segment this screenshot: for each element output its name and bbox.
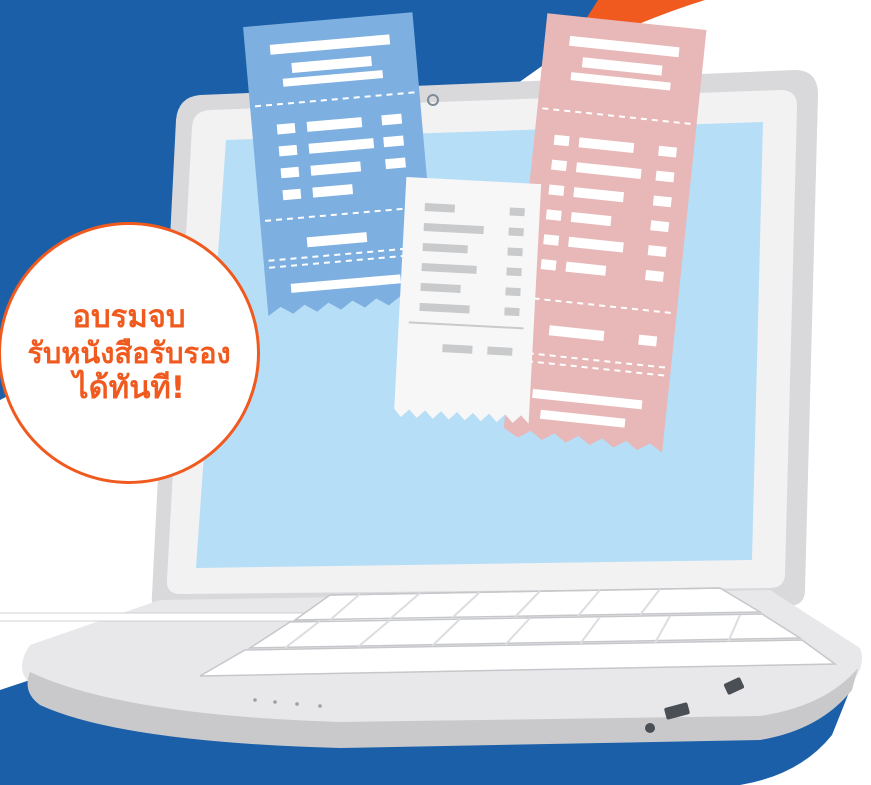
certificate-badge: อบรมจบ รับหนังสือรับรอง ได้ทันที! xyxy=(0,222,260,484)
badge-line-3: ได้ทันที! xyxy=(73,370,185,407)
badge-line-2: รับหนังสือรับรอง xyxy=(27,335,231,370)
receipt-white xyxy=(394,177,542,424)
badge-line-1: อบรมจบ xyxy=(72,299,186,336)
illustration: อบรมจบ รับหนังสือรับรอง ได้ทันที! xyxy=(0,0,871,785)
